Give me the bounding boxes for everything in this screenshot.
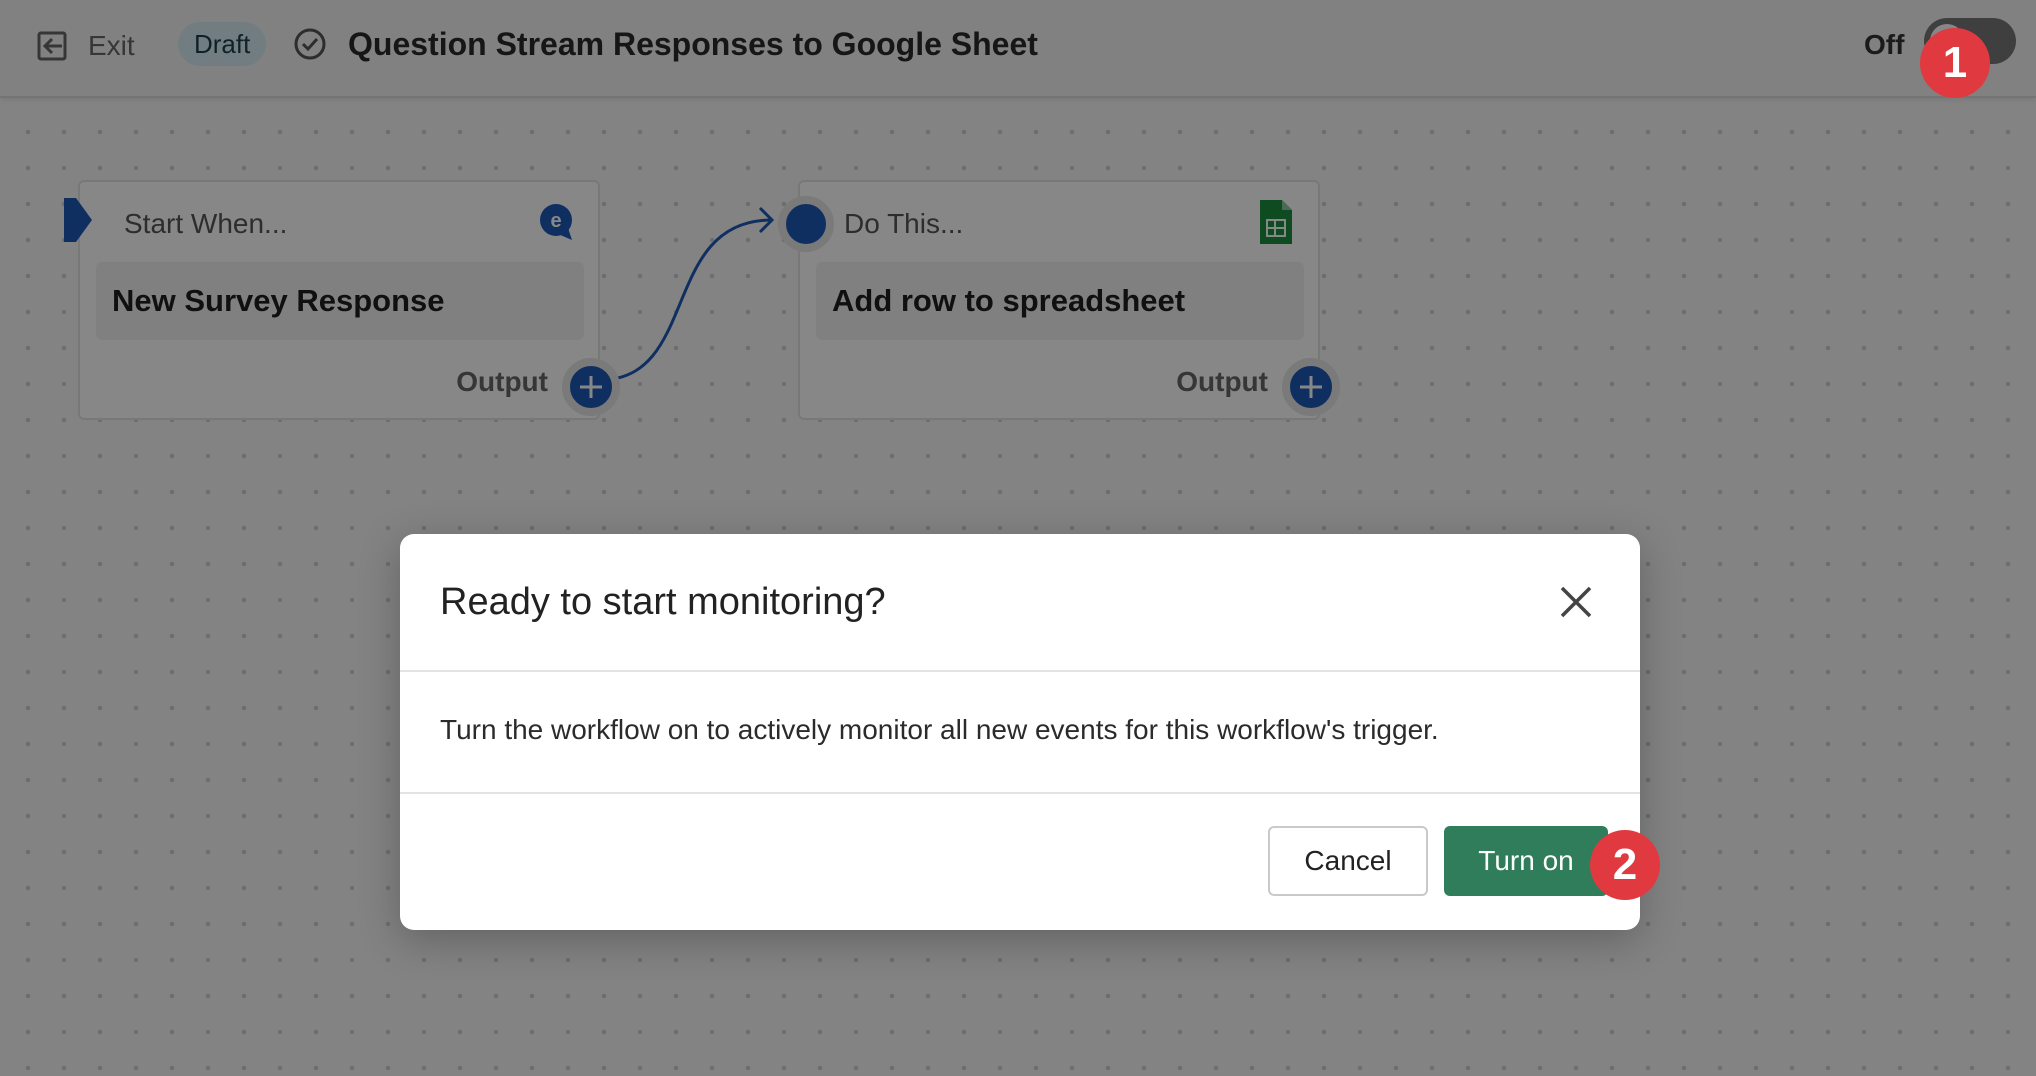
turn-on-button[interactable]: Turn on bbox=[1444, 826, 1608, 896]
dialog-title: Ready to start monitoring? bbox=[440, 581, 886, 623]
step-marker-1: 1 bbox=[1920, 28, 1990, 98]
cancel-button[interactable]: Cancel bbox=[1268, 826, 1428, 896]
step-marker-2: 2 bbox=[1590, 830, 1660, 900]
divider bbox=[400, 670, 1640, 672]
divider bbox=[400, 792, 1640, 794]
dialog-body: Turn the workflow on to actively monitor… bbox=[440, 714, 1439, 745]
close-icon[interactable] bbox=[1552, 578, 1600, 626]
confirm-dialog: Ready to start monitoring? Turn the work… bbox=[400, 534, 1640, 930]
